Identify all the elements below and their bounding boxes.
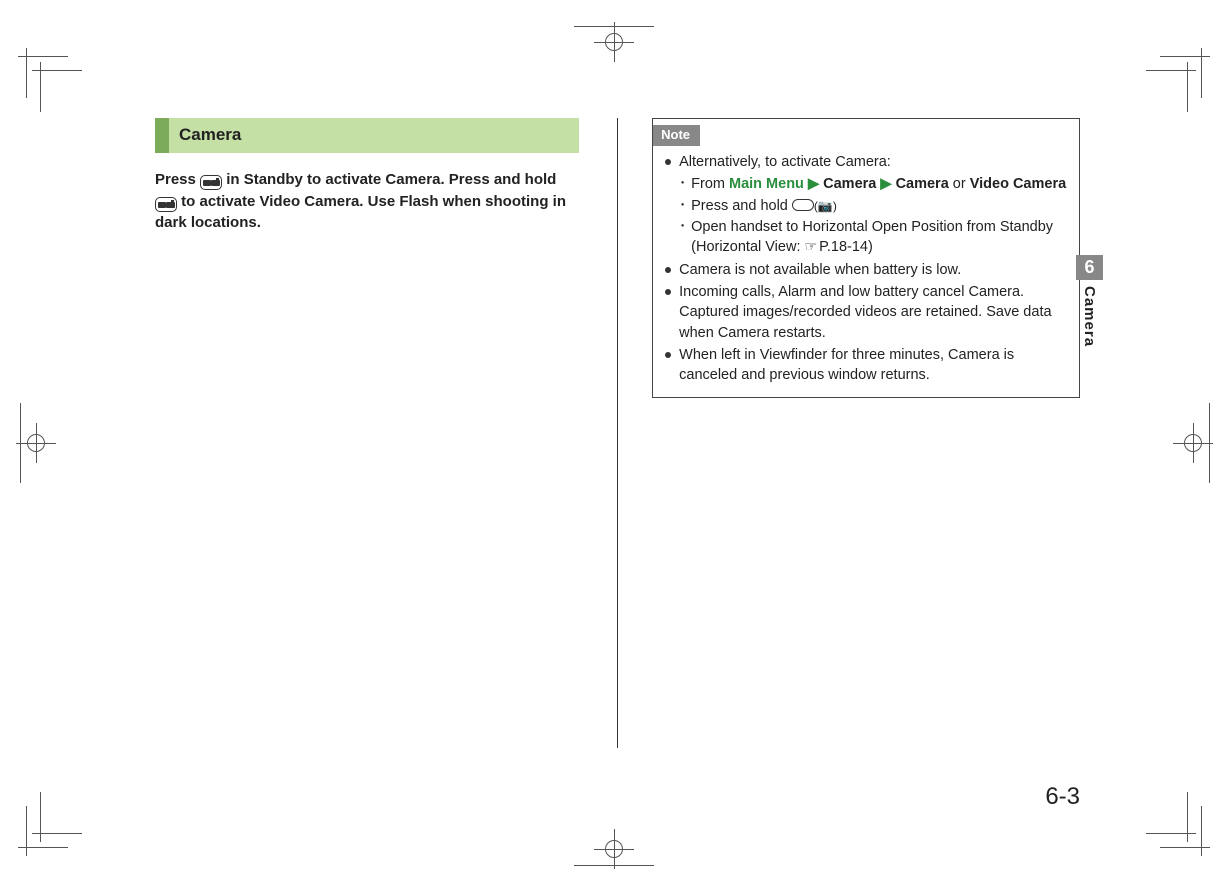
- cropmark-bottom-right: [1150, 796, 1210, 856]
- cropmark-bottom-left: [18, 796, 78, 856]
- page-number: 6-3: [1045, 783, 1080, 811]
- column-divider: [617, 118, 618, 748]
- breadcrumb-arrow-icon: ▶: [876, 176, 895, 192]
- chapter-name: Camera: [1081, 286, 1098, 347]
- cropmark-top-left: [18, 48, 78, 108]
- side-key-icon: [792, 199, 814, 211]
- note-item-text: Camera is not available when battery is …: [679, 262, 961, 278]
- menu-item: Camera: [823, 176, 876, 192]
- note-subitem: From Main Menu ▶ Camera ▶ Camera or Vide…: [679, 174, 1069, 194]
- note-item-text: Alternatively, to activate Camera:: [679, 154, 891, 170]
- page-content: Camera Press in Standby to activate Came…: [155, 118, 1080, 748]
- cropmark-top-right: [1150, 48, 1210, 108]
- note-item: Alternatively, to activate Camera: From …: [663, 152, 1069, 257]
- note-label: Note: [653, 125, 700, 146]
- camera-key-icon: [200, 175, 222, 190]
- menu-link: Main Menu: [729, 176, 804, 192]
- note-box: Note Alternatively, to activate Camera: …: [652, 118, 1080, 398]
- reference-pointer-icon: ☞: [805, 238, 818, 254]
- sub-pre: From: [691, 176, 729, 192]
- registration-mark-top: [579, 8, 649, 63]
- note-item: Camera is not available when battery is …: [663, 260, 1069, 280]
- note-item: When left in Viewfinder for three minute…: [663, 345, 1069, 386]
- intro-text-3: to activate Video Camera. Use Flash when…: [155, 193, 566, 232]
- sub-mid: or: [949, 176, 970, 192]
- note-item: Incoming calls, Alarm and low battery ca…: [663, 282, 1069, 343]
- menu-item: Camera: [896, 176, 949, 192]
- heading-accent-bar: [155, 118, 169, 153]
- section-heading: Camera: [155, 118, 579, 153]
- breadcrumb-arrow-icon: ▶: [804, 176, 823, 192]
- registration-mark-bottom: [579, 829, 649, 884]
- intro-text-2: in Standby to activate Camera. Press and…: [226, 171, 556, 188]
- page-reference: P.18-14): [819, 239, 873, 255]
- left-column: Camera Press in Standby to activate Came…: [155, 118, 587, 748]
- menu-item: Video Camera: [970, 176, 1066, 192]
- sub-pre: Press and hold: [691, 198, 792, 214]
- note-sublist: From Main Menu ▶ Camera ▶ Camera or Vide…: [679, 174, 1069, 257]
- intro-text-1: Press: [155, 171, 200, 188]
- note-subitem: Press and hold (📷): [679, 196, 1069, 216]
- note-subitem: Open handset to Horizontal Open Position…: [679, 217, 1069, 258]
- section-title: Camera: [169, 118, 579, 153]
- note-list: Alternatively, to activate Camera: From …: [663, 152, 1069, 385]
- chapter-number: 6: [1076, 255, 1103, 280]
- camera-key-icon: [155, 197, 177, 212]
- camera-paren-icon: (📷): [814, 199, 837, 213]
- registration-mark-right: [1165, 408, 1220, 478]
- intro-paragraph: Press in Standby to activate Camera. Pre…: [155, 169, 579, 234]
- right-column: Note Alternatively, to activate Camera: …: [648, 118, 1080, 748]
- note-item-text: Incoming calls, Alarm and low battery ca…: [679, 284, 1051, 341]
- chapter-tab: 6 Camera: [1076, 255, 1103, 347]
- note-item-text: When left in Viewfinder for three minute…: [679, 347, 1014, 383]
- registration-mark-left: [8, 408, 63, 478]
